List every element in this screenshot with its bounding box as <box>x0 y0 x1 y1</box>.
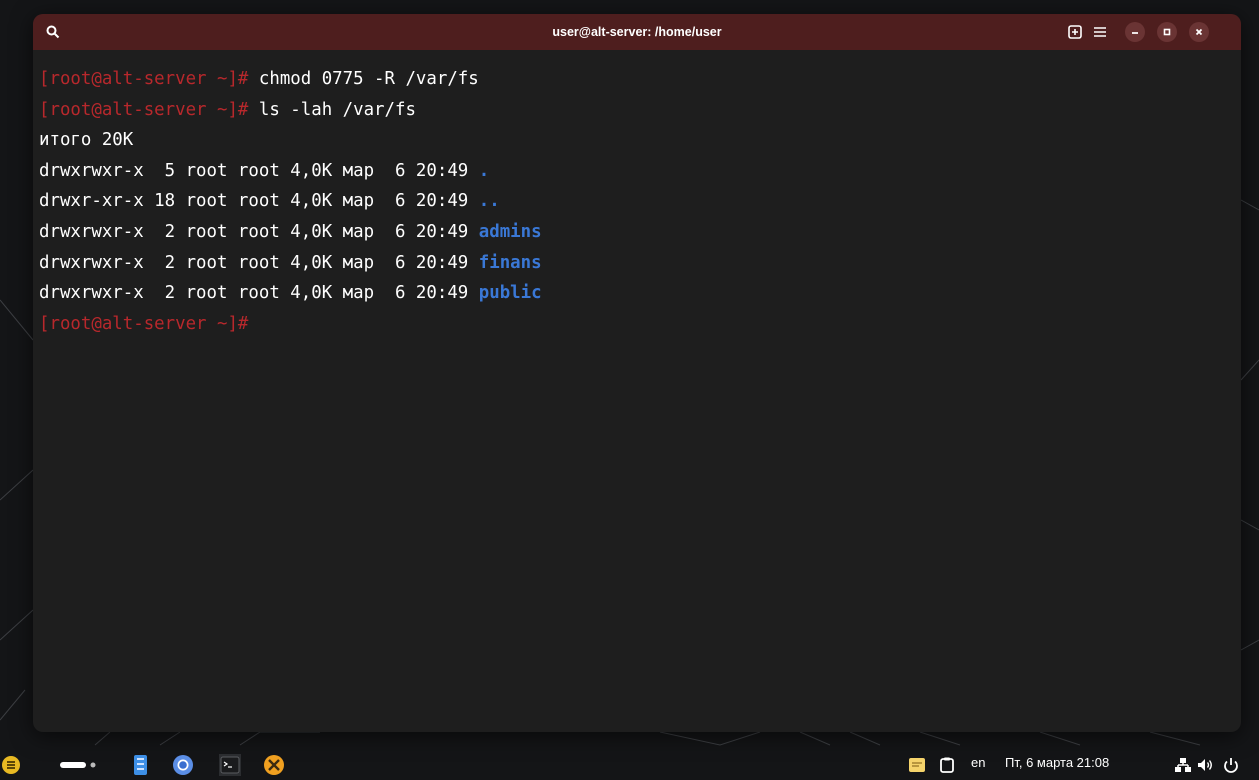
output-text: drwxrwxr-x 2 root root 4,0K мар 6 20:49 <box>39 221 479 242</box>
terminal-line: итого 20K <box>39 125 1241 156</box>
directory-name: . <box>478 160 490 181</box>
volume-icon[interactable] <box>1196 756 1214 774</box>
terminal-line: [root@alt-server ~]# <box>39 309 1241 340</box>
directory-name: admins <box>478 221 542 242</box>
shell-prompt: [root@alt-server ~]# <box>39 69 249 89</box>
terminal-line: drwxrwxr-x 2 root root 4,0K мар 6 20:49 … <box>39 217 1241 248</box>
directory-name: finans <box>478 252 542 273</box>
output-text: drwxr-xr-x 18 root root 4,0K мар 6 20:49 <box>39 191 479 212</box>
workspace-indicator-icon[interactable] <box>58 754 98 776</box>
titlebar: user@alt-server: /home/user <box>33 14 1241 50</box>
chromium-icon[interactable] <box>172 754 194 776</box>
menu-icon[interactable] <box>1090 22 1110 42</box>
terminal-window: user@alt-server: /home/user [root@alt-se… <box>33 14 1241 732</box>
terminal-line: [root@alt-server ~]# chmod 0775 -R /var/… <box>39 64 1241 95</box>
shell-prompt: [root@alt-server ~]# <box>39 99 249 120</box>
terminal-icon[interactable] <box>219 754 241 776</box>
terminal-line: drwxrwxr-x 2 root root 4,0K мар 6 20:49 … <box>39 278 1241 309</box>
terminal-line: drwxr-xr-x 18 root root 4,0K мар 6 20:49… <box>39 186 1241 217</box>
terminal-line: drwxrwxr-x 5 root root 4,0K мар 6 20:49 … <box>39 156 1241 187</box>
notes-icon[interactable] <box>908 756 926 774</box>
shell-prompt: [root@alt-server ~]# <box>39 313 249 334</box>
keyboard-layout[interactable]: en <box>971 746 985 780</box>
clipboard-icon[interactable] <box>938 756 956 774</box>
output-text: drwxrwxr-x 5 root root 4,0K мар 6 20:49 <box>39 160 479 181</box>
clock[interactable]: Пт, 6 марта 21:08 <box>1005 746 1109 780</box>
file-manager-icon[interactable] <box>129 754 151 776</box>
output-text: итого 20K <box>39 130 134 151</box>
search-icon[interactable] <box>43 22 63 42</box>
app-menu-icon[interactable] <box>0 754 22 776</box>
output-text: drwxrwxr-x 2 root root 4,0K мар 6 20:49 <box>39 283 479 304</box>
command-text: chmod 0775 -R /var/fs <box>248 69 479 89</box>
power-icon[interactable] <box>1222 756 1240 774</box>
maximize-icon[interactable] <box>1157 22 1177 42</box>
directory-name: public <box>478 283 542 304</box>
directory-name: .. <box>478 191 500 212</box>
new-tab-icon[interactable] <box>1065 22 1085 42</box>
terminal-line: [root@alt-server ~]# ls -lah /var/fs <box>39 95 1241 126</box>
network-icon[interactable] <box>1174 756 1192 774</box>
terminal-output[interactable]: [root@alt-server ~]# chmod 0775 -R /var/… <box>33 50 1241 732</box>
terminal-line: drwxrwxr-x 2 root root 4,0K мар 6 20:49 … <box>39 248 1241 279</box>
desktop: user@alt-server: /home/user [root@alt-se… <box>0 0 1259 780</box>
settings-tools-icon[interactable] <box>263 754 285 776</box>
output-text: drwxrwxr-x 2 root root 4,0K мар 6 20:49 <box>39 252 479 273</box>
close-icon[interactable] <box>1189 22 1209 42</box>
command-text: ls -lah /var/fs <box>248 99 416 120</box>
minimize-icon[interactable] <box>1125 22 1145 42</box>
window-title: user@alt-server: /home/user <box>552 25 722 39</box>
